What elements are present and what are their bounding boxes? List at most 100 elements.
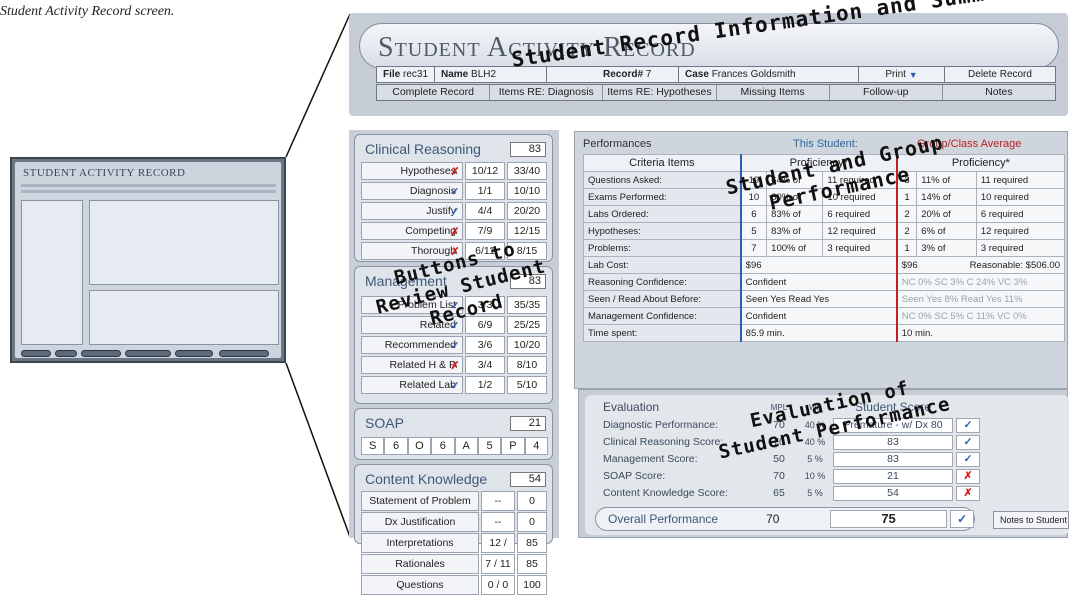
management-button[interactable]: Recommended ✓ (361, 336, 463, 354)
content-item-button[interactable]: Questions (361, 575, 479, 595)
evaluation-name: Management Score: (603, 453, 698, 465)
group-percent: 6% of (916, 222, 977, 240)
performance-row: Questions Asked: 19 64% of 11 required 3… (582, 171, 1066, 189)
evaluation-mpl: 70 (773, 419, 785, 431)
group-count: 2 (895, 222, 918, 240)
criteria-item[interactable]: Problems: (582, 239, 742, 257)
management-row: Problem List ✓ 3/3 35/35 (361, 295, 548, 315)
content-value-a: -- (481, 491, 515, 511)
print-label: Print (885, 69, 906, 80)
nav-items-diagnosis[interactable]: Items RE: Diagnosis (490, 85, 604, 100)
check-icon: ✓ (450, 340, 460, 352)
nav-missing-items[interactable]: Missing Items (717, 85, 830, 100)
management-confidence-group-value: NC 0% SC 5% C 11% VC 0% (901, 310, 1027, 322)
content-row: Questions 0 / 0 100 (361, 575, 548, 595)
clinical-value-a: 7/9 (465, 222, 505, 240)
print-button[interactable]: Print ▼ (859, 67, 945, 82)
nav-follow-up[interactable]: Follow-up (830, 85, 943, 100)
clinical-value-a: 6/11 (465, 242, 505, 260)
clinical-row: Hypotheses ✗ 10/12 33/40 (361, 161, 548, 181)
criteria-item[interactable]: Questions Asked: (582, 171, 742, 189)
clinical-button[interactable]: Justify ✓ (361, 202, 463, 220)
nav-notes[interactable]: Notes (943, 85, 1055, 100)
check-icon: ✓ (450, 186, 460, 198)
content-value-a: -- (481, 512, 515, 532)
seen-read-group: Seen Yes 8% Read Yes 11% (895, 290, 1065, 308)
clinical-button[interactable]: Hypotheses ✗ (361, 162, 463, 180)
evaluation-row: Clinical Reasoning Score: 70 40 % 83 ✓ (603, 434, 1003, 450)
criteria-item[interactable]: Labs Ordered: (582, 205, 742, 223)
delete-record-button[interactable]: Delete Record (945, 67, 1055, 82)
evaluation-name: Diagnostic Performance: (603, 419, 718, 431)
record-label: Record# (603, 69, 644, 80)
evaluation-weight: 40 % (804, 437, 826, 447)
thumb-button (175, 350, 213, 357)
thumb-evaluation (89, 290, 279, 345)
content-value-b: 100 (517, 575, 547, 595)
soap-cells: S6O6A5P4 (361, 437, 548, 455)
thumb-button (125, 350, 171, 357)
x-icon: ✗ (450, 166, 460, 178)
criteria-item[interactable]: Hypotheses: (582, 222, 742, 240)
management-value-b: 5/10 (507, 376, 547, 394)
screen-thumbnail: STUDENT ACTIVITY RECORD (10, 157, 286, 363)
soap-score: 21 (510, 416, 546, 431)
content-value-b: 0 (517, 491, 547, 511)
group-count: 1 (895, 188, 918, 206)
evaluation-name: Clinical Reasoning Score: (603, 436, 724, 448)
criteria-header: Criteria Items (582, 154, 742, 172)
overall-mpl: 70 (766, 512, 780, 526)
content-item-button[interactable]: Rationales (361, 554, 479, 574)
management-button[interactable]: Related ✓ (361, 316, 463, 334)
evaluation-title: Evaluation (603, 400, 660, 414)
clinical-button[interactable]: Diagnosis ✓ (361, 182, 463, 200)
this-student-title: This Student: (793, 138, 858, 150)
clinical-value-b: 8/15 (507, 242, 547, 260)
check-icon: ✓ (956, 434, 980, 450)
evaluation-mpl: 65 (773, 487, 785, 499)
group-required: 12 required (975, 222, 1066, 240)
evaluation-weight: 5 % (807, 488, 823, 498)
group-percent: 14% of (916, 188, 977, 206)
nav-complete-record[interactable]: Complete Record (377, 85, 491, 100)
evaluation-row: Content Knowledge Score: 65 5 % 54 ✗ (603, 485, 1003, 501)
clinical-button[interactable]: Thorough ✗ (361, 242, 463, 260)
record-value[interactable]: 7 (646, 69, 652, 80)
soap-cell: S (361, 437, 385, 455)
clinical-button[interactable]: Competing ✗ (361, 222, 463, 240)
time-spent-label: Time spent: (582, 324, 742, 342)
soap-title: SOAP (365, 415, 404, 431)
clinical-value-a: 1/1 (465, 182, 505, 200)
clinical-row: Thorough ✗ 6/11 8/15 (361, 241, 548, 261)
check-icon: ✓ (956, 417, 980, 433)
content-item-button[interactable]: Statement of Problem (361, 491, 479, 511)
name-value[interactable]: BLH2 (471, 69, 496, 80)
seen-read-group-value: Seen Yes 8% Read Yes 11% (901, 293, 1023, 305)
x-icon: ✗ (956, 468, 980, 484)
management-value-a: 3/3 (465, 296, 505, 314)
file-value[interactable]: rec31 (403, 69, 428, 80)
management-button[interactable]: Related Lab ✓ (361, 376, 463, 394)
clinical-value-b: 12/15 (507, 222, 547, 240)
student-count: 6 (739, 205, 768, 223)
content-value-a: 12 / 12 (481, 533, 515, 567)
evaluation-score: 54 (833, 485, 953, 501)
management-button[interactable]: Problem List ✓ (361, 296, 463, 314)
thumb-button (55, 350, 77, 357)
notes-to-student-button[interactable]: Notes to Student (993, 511, 1069, 529)
student-count: 10 (739, 188, 768, 206)
student-score-header: Student Score (854, 400, 932, 414)
overall-check-icon: ✓ (950, 510, 974, 528)
clinical-row: Diagnosis ✓ 1/1 10/10 (361, 181, 548, 201)
evaluation-weight: 5 % (807, 454, 823, 464)
content-item-button[interactable]: Dx Justification (361, 512, 479, 532)
management-button[interactable]: Related H & P ✗ (361, 356, 463, 374)
content-item-button[interactable]: Interpretations (361, 533, 479, 553)
clinical-value-a: 4/4 (465, 202, 505, 220)
reasoning-confidence-group-value: NC 0% SC 3% C 24% VC 3% (901, 276, 1028, 288)
evaluation-row: Diagnostic Performance: 70 40 % Prematur… (603, 417, 1003, 433)
case-value[interactable]: Frances Goldsmith (712, 69, 796, 80)
criteria-item[interactable]: Exams Performed: (582, 188, 742, 206)
management-confidence-student: Confident (739, 307, 898, 325)
nav-items-hypotheses[interactable]: Items RE: Hypotheses (603, 85, 717, 100)
